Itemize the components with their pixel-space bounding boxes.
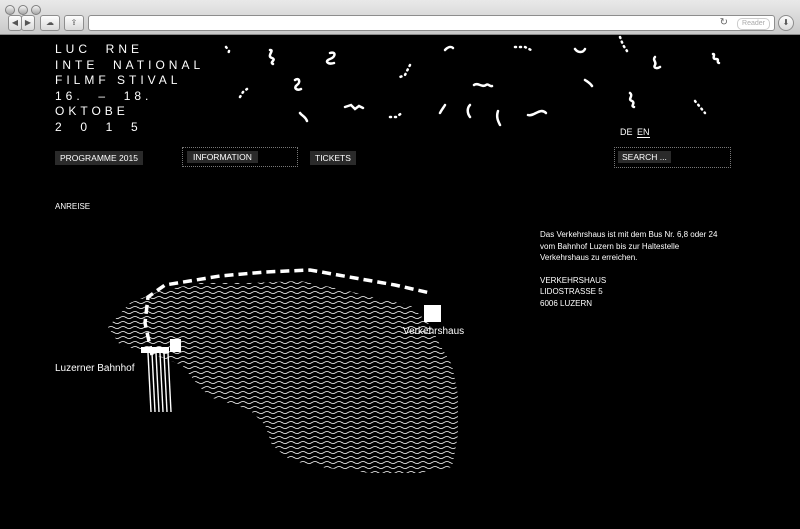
download-icon[interactable]: ⬇ (778, 15, 794, 31)
minimize-window-button[interactable] (18, 5, 28, 15)
cloud-icon[interactable]: ☁ (40, 15, 60, 31)
forward-button[interactable]: ▶ (21, 15, 35, 31)
back-button[interactable]: ◀ (8, 15, 22, 31)
address-street: LIDOSTRASSE 5 (540, 287, 603, 296)
bahnhof-station (141, 339, 181, 413)
reader-button[interactable]: Reader (737, 18, 770, 30)
address-name: VERKEHRSHAUS (540, 275, 607, 285)
lake-water (108, 281, 458, 473)
address-city: 6006 LUZERN (540, 298, 593, 308)
directions-info: Das Verkehrshaus ist mit dem Bus Nr. 6,8… (540, 229, 725, 309)
zoom-window-button[interactable] (31, 5, 41, 15)
map-label-verkehrshaus: Verkehrshaus (403, 326, 465, 337)
reload-icon[interactable]: ↻ (720, 16, 728, 30)
directions-text: Das Verkehrshaus ist mit dem Bus Nr. 6,8… (540, 230, 718, 262)
share-icon[interactable]: ⇪ (64, 15, 84, 31)
close-window-button[interactable] (5, 5, 15, 15)
address-bar[interactable]: ↻ Reader (88, 15, 775, 31)
browser-chrome: ◀ ▶ ☁ ⇪ ↻ Reader ⬇ (0, 0, 800, 35)
map-label-bahnhof: Luzerner Bahnhof (55, 363, 135, 374)
page-content: LUC RNE INTE NATIONAL FILMF STIVAL 16. –… (0, 35, 800, 529)
verkehrshaus-marker (424, 305, 441, 322)
